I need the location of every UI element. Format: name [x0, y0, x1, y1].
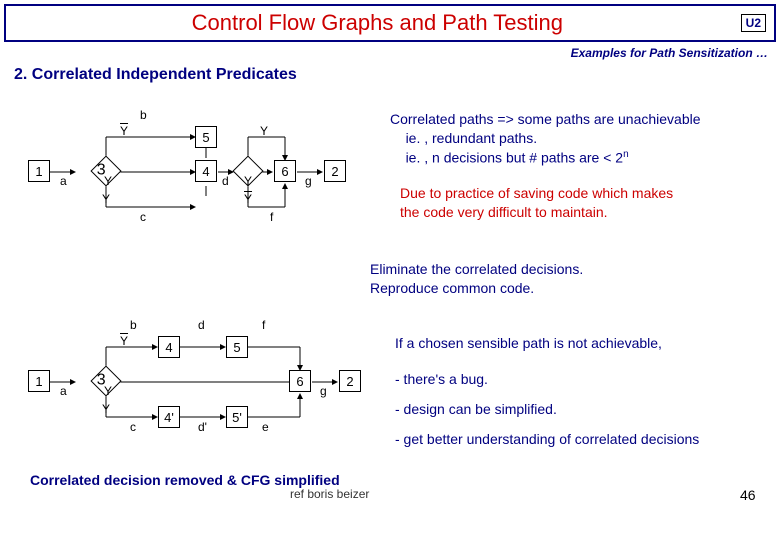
graph2-edges: [0, 302, 380, 462]
g2-edge-f: f: [262, 318, 265, 332]
page-title: Control Flow Graphs and Path Testing: [14, 10, 741, 36]
g1-edge-a: a: [60, 174, 67, 188]
g2-edge-dp: d': [198, 420, 207, 434]
rhs-b3: - get better understanding of correlated…: [395, 430, 699, 449]
g2-edge-d: d: [198, 318, 205, 332]
rhs-b1: - there's a bug.: [395, 370, 488, 389]
g2-node-4: 4: [158, 336, 180, 358]
ref-note: ref boris beizer: [290, 487, 369, 501]
g1-y-1: Y: [104, 174, 112, 188]
g2-edge-g: g: [320, 384, 327, 398]
g1-node-4: 4: [195, 160, 217, 182]
g2-node-4p: 4': [158, 406, 180, 428]
g1-node-1: 1: [28, 160, 50, 182]
g2-node-2: 2: [339, 370, 361, 392]
conclusion: Correlated decision removed & CFG simpli…: [30, 472, 340, 488]
section-title: 2. Correlated Independent Predicates: [14, 66, 770, 84]
g1-node-5: 5: [195, 126, 217, 148]
g1-y-3: Y: [260, 124, 268, 138]
rhs-p3: Eliminate the correlated decisions.Repro…: [370, 260, 750, 298]
content-area: 1 3 4 5 6 2 a b c d f g Y Y Y Y Y Y Corr…: [0, 92, 780, 542]
g1-ybar-2: Y: [244, 192, 252, 206]
g2-y-1: Y: [104, 384, 112, 398]
subtitle: Examples for Path Sensitization …: [0, 46, 768, 60]
g2-edge-e: e: [262, 420, 269, 434]
g2-node-5: 5: [226, 336, 248, 358]
g2-node-6: 6: [289, 370, 311, 392]
g1-node-6: 6: [274, 160, 296, 182]
g2-node-1: 1: [28, 370, 50, 392]
g2-node-5p: 5': [226, 406, 248, 428]
g1-y-4: Y: [244, 174, 252, 188]
g2-y-2: Y: [102, 402, 110, 416]
g1-edge-f: f: [270, 210, 273, 224]
g1-y-2: Y: [102, 192, 110, 206]
g1-ybar-1: Y: [120, 124, 128, 138]
rhs-b2: - design can be simplified.: [395, 400, 557, 419]
g2-edge-c: c: [130, 420, 136, 434]
g1-edge-d: d: [222, 174, 229, 188]
g1-edge-c: c: [140, 210, 146, 224]
graph1-edges: [0, 92, 380, 262]
title-bar: Control Flow Graphs and Path Testing U2: [4, 4, 776, 42]
rhs-p1: Correlated paths => some paths are unach…: [390, 110, 760, 167]
rhs-p2: Due to practice of saving code which mak…: [400, 184, 760, 222]
unit-badge: U2: [741, 14, 766, 32]
page-number: 46: [740, 487, 756, 503]
g2-edge-b: b: [130, 318, 137, 332]
g1-edge-b: b: [140, 108, 147, 122]
g1-edge-g: g: [305, 174, 312, 188]
g2-edge-a: a: [60, 384, 67, 398]
g2-ybar-1: Y: [120, 334, 128, 348]
g1-node-2: 2: [324, 160, 346, 182]
rhs-p4: If a chosen sensible path is not achieva…: [395, 334, 765, 353]
